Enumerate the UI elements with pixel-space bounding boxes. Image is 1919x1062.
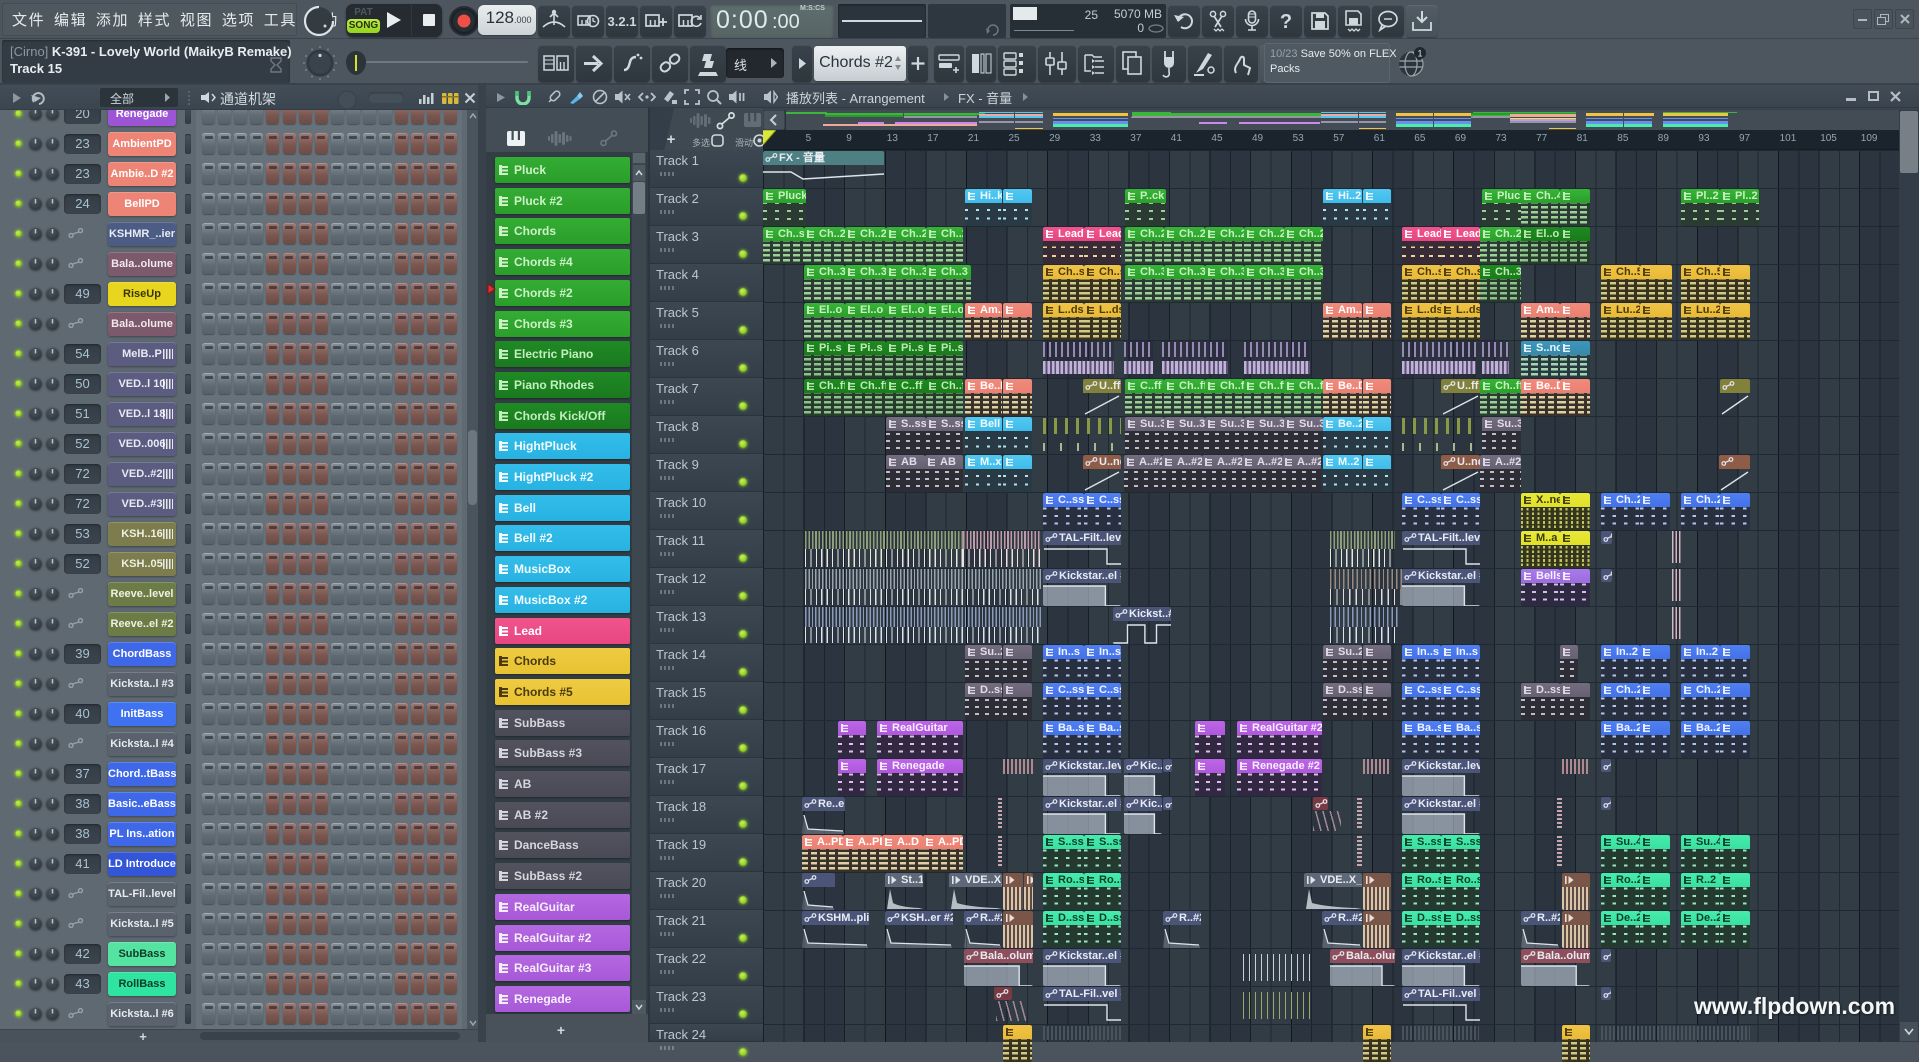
svg-text:?: ? [1280, 11, 1292, 33]
svg-text:1: 1 [1417, 49, 1422, 59]
